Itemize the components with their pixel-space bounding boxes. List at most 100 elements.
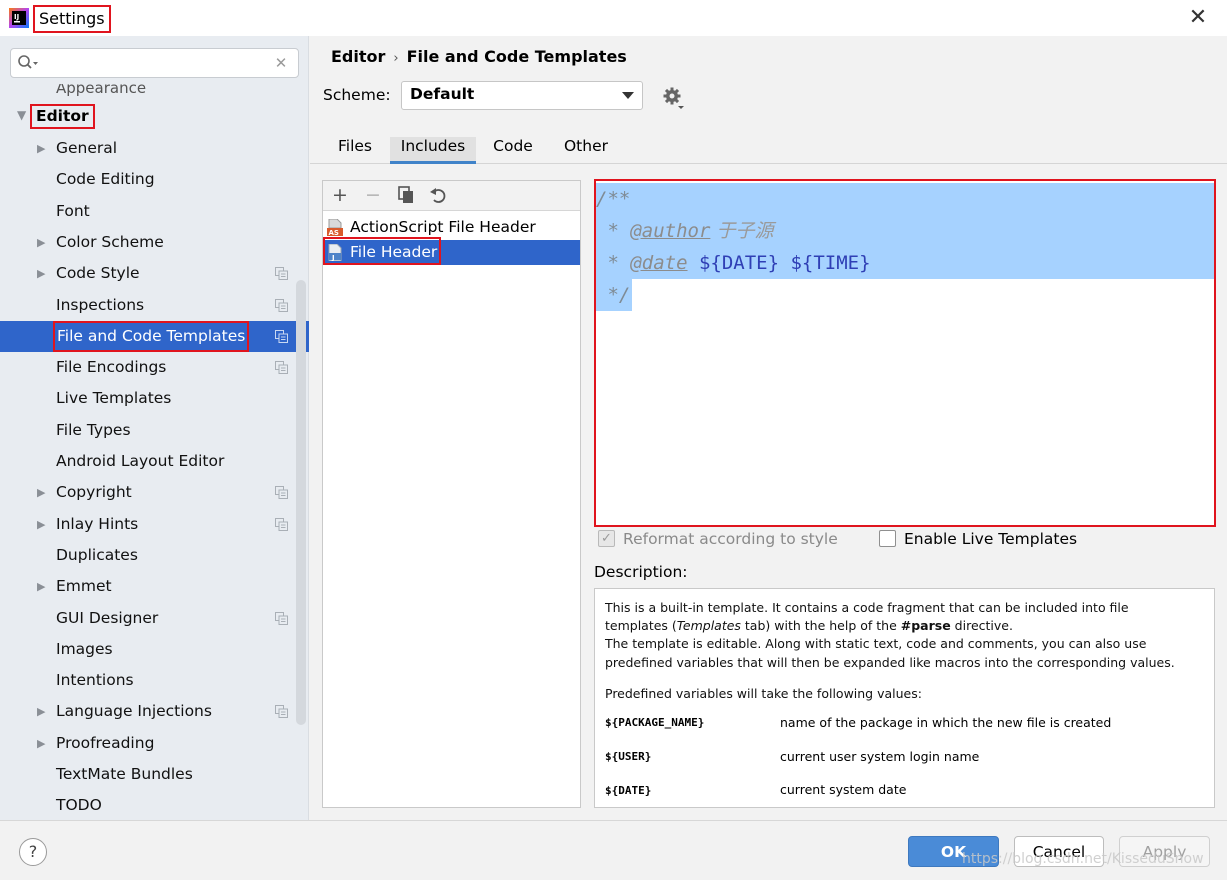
- variable-name: ${PACKAGE_NAME}: [605, 716, 705, 729]
- sidebar-item[interactable]: ▶ Copyright: [0, 477, 309, 508]
- code-line-3: * @date ${DATE} ${TIME}: [596, 247, 1214, 279]
- variable-name: ${DATE}: [605, 784, 652, 797]
- sidebar-item[interactable]: TODO: [0, 790, 309, 821]
- reset-icon[interactable]: [428, 184, 450, 206]
- scheme-label: Scheme:: [323, 86, 391, 104]
- sidebar-item[interactable]: ▶ Proofreading: [0, 728, 309, 759]
- svg-text:AS: AS: [329, 229, 339, 236]
- title-bar: [0, 0, 1227, 36]
- code-text: 于子源: [710, 220, 774, 242]
- variable-description: current system date: [780, 782, 907, 797]
- scheme-value: Default: [410, 85, 475, 103]
- code-text: *: [596, 252, 631, 274]
- watermark: https://blog.csdn.net/KisseduSnow: [962, 851, 1204, 867]
- footer-divider: [0, 820, 1227, 821]
- tab-files[interactable]: Files: [330, 137, 380, 164]
- sidebar-item[interactable]: ▶ Color Scheme: [0, 227, 309, 258]
- description-text: tab) with the help of the: [740, 618, 901, 633]
- project-scope-icon: [275, 486, 288, 499]
- sidebar-item-label: Duplicates: [56, 546, 138, 564]
- gear-icon[interactable]: [662, 86, 686, 110]
- sidebar-item-label: Color Scheme: [56, 233, 164, 251]
- variable-name: ${USER}: [605, 750, 652, 763]
- template-code-editor[interactable]: /** * @author 于子源 * @date ${DATE} ${TIME…: [594, 179, 1216, 527]
- expand-arrow-icon[interactable]: ▶: [37, 571, 45, 602]
- sidebar-item-editor[interactable]: Editor: [30, 104, 95, 129]
- sidebar-item-label: Inlay Hints: [56, 515, 139, 533]
- expand-arrow-icon[interactable]: ▶: [37, 509, 45, 540]
- sidebar-item[interactable]: Intentions: [0, 665, 309, 696]
- clear-search-icon[interactable]: ✕: [272, 53, 290, 73]
- sidebar-item[interactable]: Code Editing: [0, 164, 309, 195]
- sidebar-item-label: Android Layout Editor: [56, 452, 225, 470]
- sidebar-scrollbar[interactable]: [296, 280, 306, 725]
- tab-includes[interactable]: Includes: [390, 137, 476, 164]
- tab-code[interactable]: Code: [484, 137, 542, 164]
- sidebar-item-label: Intentions: [56, 671, 134, 689]
- sidebar-item[interactable]: ▶ Language Injections: [0, 696, 309, 727]
- description-label: Description:: [594, 563, 688, 581]
- help-button[interactable]: ?: [19, 838, 47, 866]
- close-icon[interactable]: ✕: [1186, 6, 1210, 30]
- breadcrumb-current: File and Code Templates: [406, 47, 627, 66]
- variable-description: name of the package in which the new fil…: [780, 715, 1112, 730]
- description-line: templates (Templates tab) with the help …: [605, 617, 1013, 635]
- sidebar-item-label: GUI Designer: [56, 609, 159, 627]
- template-list: [322, 180, 581, 808]
- search-input[interactable]: [10, 48, 299, 78]
- expand-arrow-icon[interactable]: ▶: [37, 477, 45, 508]
- expand-arrow-icon[interactable]: ▶: [37, 258, 45, 289]
- javadoc-tag: @date: [630, 252, 688, 274]
- project-scope-icon: [275, 330, 288, 343]
- sidebar-item[interactable]: Font: [0, 196, 309, 227]
- sidebar-item[interactable]: Duplicates: [0, 540, 309, 571]
- sidebar-item[interactable]: Live Templates: [0, 383, 309, 414]
- sidebar-item-label: Copyright: [56, 483, 132, 501]
- live-templates-checkbox[interactable]: [879, 530, 896, 547]
- expand-arrow-icon[interactable]: ▼: [17, 108, 26, 122]
- breadcrumb-root: Editor: [331, 47, 386, 66]
- sidebar-item[interactable]: ▶ Code Style: [0, 258, 309, 289]
- tab-other[interactable]: Other: [556, 137, 616, 164]
- expand-arrow-icon[interactable]: ▶: [37, 227, 45, 258]
- reformat-checkbox[interactable]: ✓: [598, 530, 615, 547]
- expand-arrow-icon[interactable]: ▶: [37, 728, 45, 759]
- sidebar-item-label: General: [56, 139, 118, 157]
- sidebar-item[interactable]: Inspections: [0, 290, 309, 321]
- sidebar-item-label: Inspections: [56, 296, 145, 314]
- search-icon: [18, 55, 38, 69]
- reformat-label: Reformat according to style: [623, 530, 838, 548]
- sidebar-item[interactable]: File and Code Templates: [0, 321, 309, 352]
- expand-arrow-icon[interactable]: ▶: [37, 696, 45, 727]
- highlight-box: [323, 237, 441, 265]
- sidebar-item[interactable]: ▶ General: [0, 133, 309, 164]
- window-title: Settings: [33, 5, 111, 33]
- breadcrumb-separator: ›: [393, 51, 399, 66]
- description-line: predefined variables that will then be e…: [605, 655, 1175, 670]
- sidebar-item[interactable]: File Types: [0, 415, 309, 446]
- expand-arrow-icon[interactable]: ▶: [37, 133, 45, 164]
- add-icon[interactable]: +: [329, 184, 351, 206]
- sidebar-item[interactable]: File Encodings: [0, 352, 309, 383]
- description-text: templates (: [605, 618, 677, 633]
- sidebar-item[interactable]: Images: [0, 634, 309, 665]
- sidebar-item-partial[interactable]: Appearance: [56, 84, 146, 96]
- code-text: *: [596, 220, 631, 242]
- copy-icon[interactable]: [395, 184, 417, 206]
- sidebar-item[interactable]: ▶ Emmet: [0, 571, 309, 602]
- sidebar-item[interactable]: Android Layout Editor: [0, 446, 309, 477]
- project-scope-icon: [275, 518, 288, 531]
- sidebar-item[interactable]: ▶ Inlay Hints: [0, 509, 309, 540]
- sidebar-item[interactable]: TextMate Bundles: [0, 759, 309, 790]
- code-line-2: * @author 于子源: [596, 215, 1214, 247]
- project-scope-icon: [275, 612, 288, 625]
- sidebar-item-label: Images: [56, 640, 113, 658]
- sidebar-item[interactable]: GUI Designer: [0, 603, 309, 634]
- actionscript-file-icon: AS: [327, 219, 343, 236]
- live-templates-label: Enable Live Templates: [904, 530, 1078, 548]
- project-scope-icon: [275, 705, 288, 718]
- svg-text:IJ: IJ: [14, 13, 19, 21]
- description-line: Predefined variables will take the follo…: [605, 686, 922, 701]
- remove-icon[interactable]: −: [362, 184, 384, 206]
- sidebar-item-label: File and Code Templates: [53, 321, 250, 352]
